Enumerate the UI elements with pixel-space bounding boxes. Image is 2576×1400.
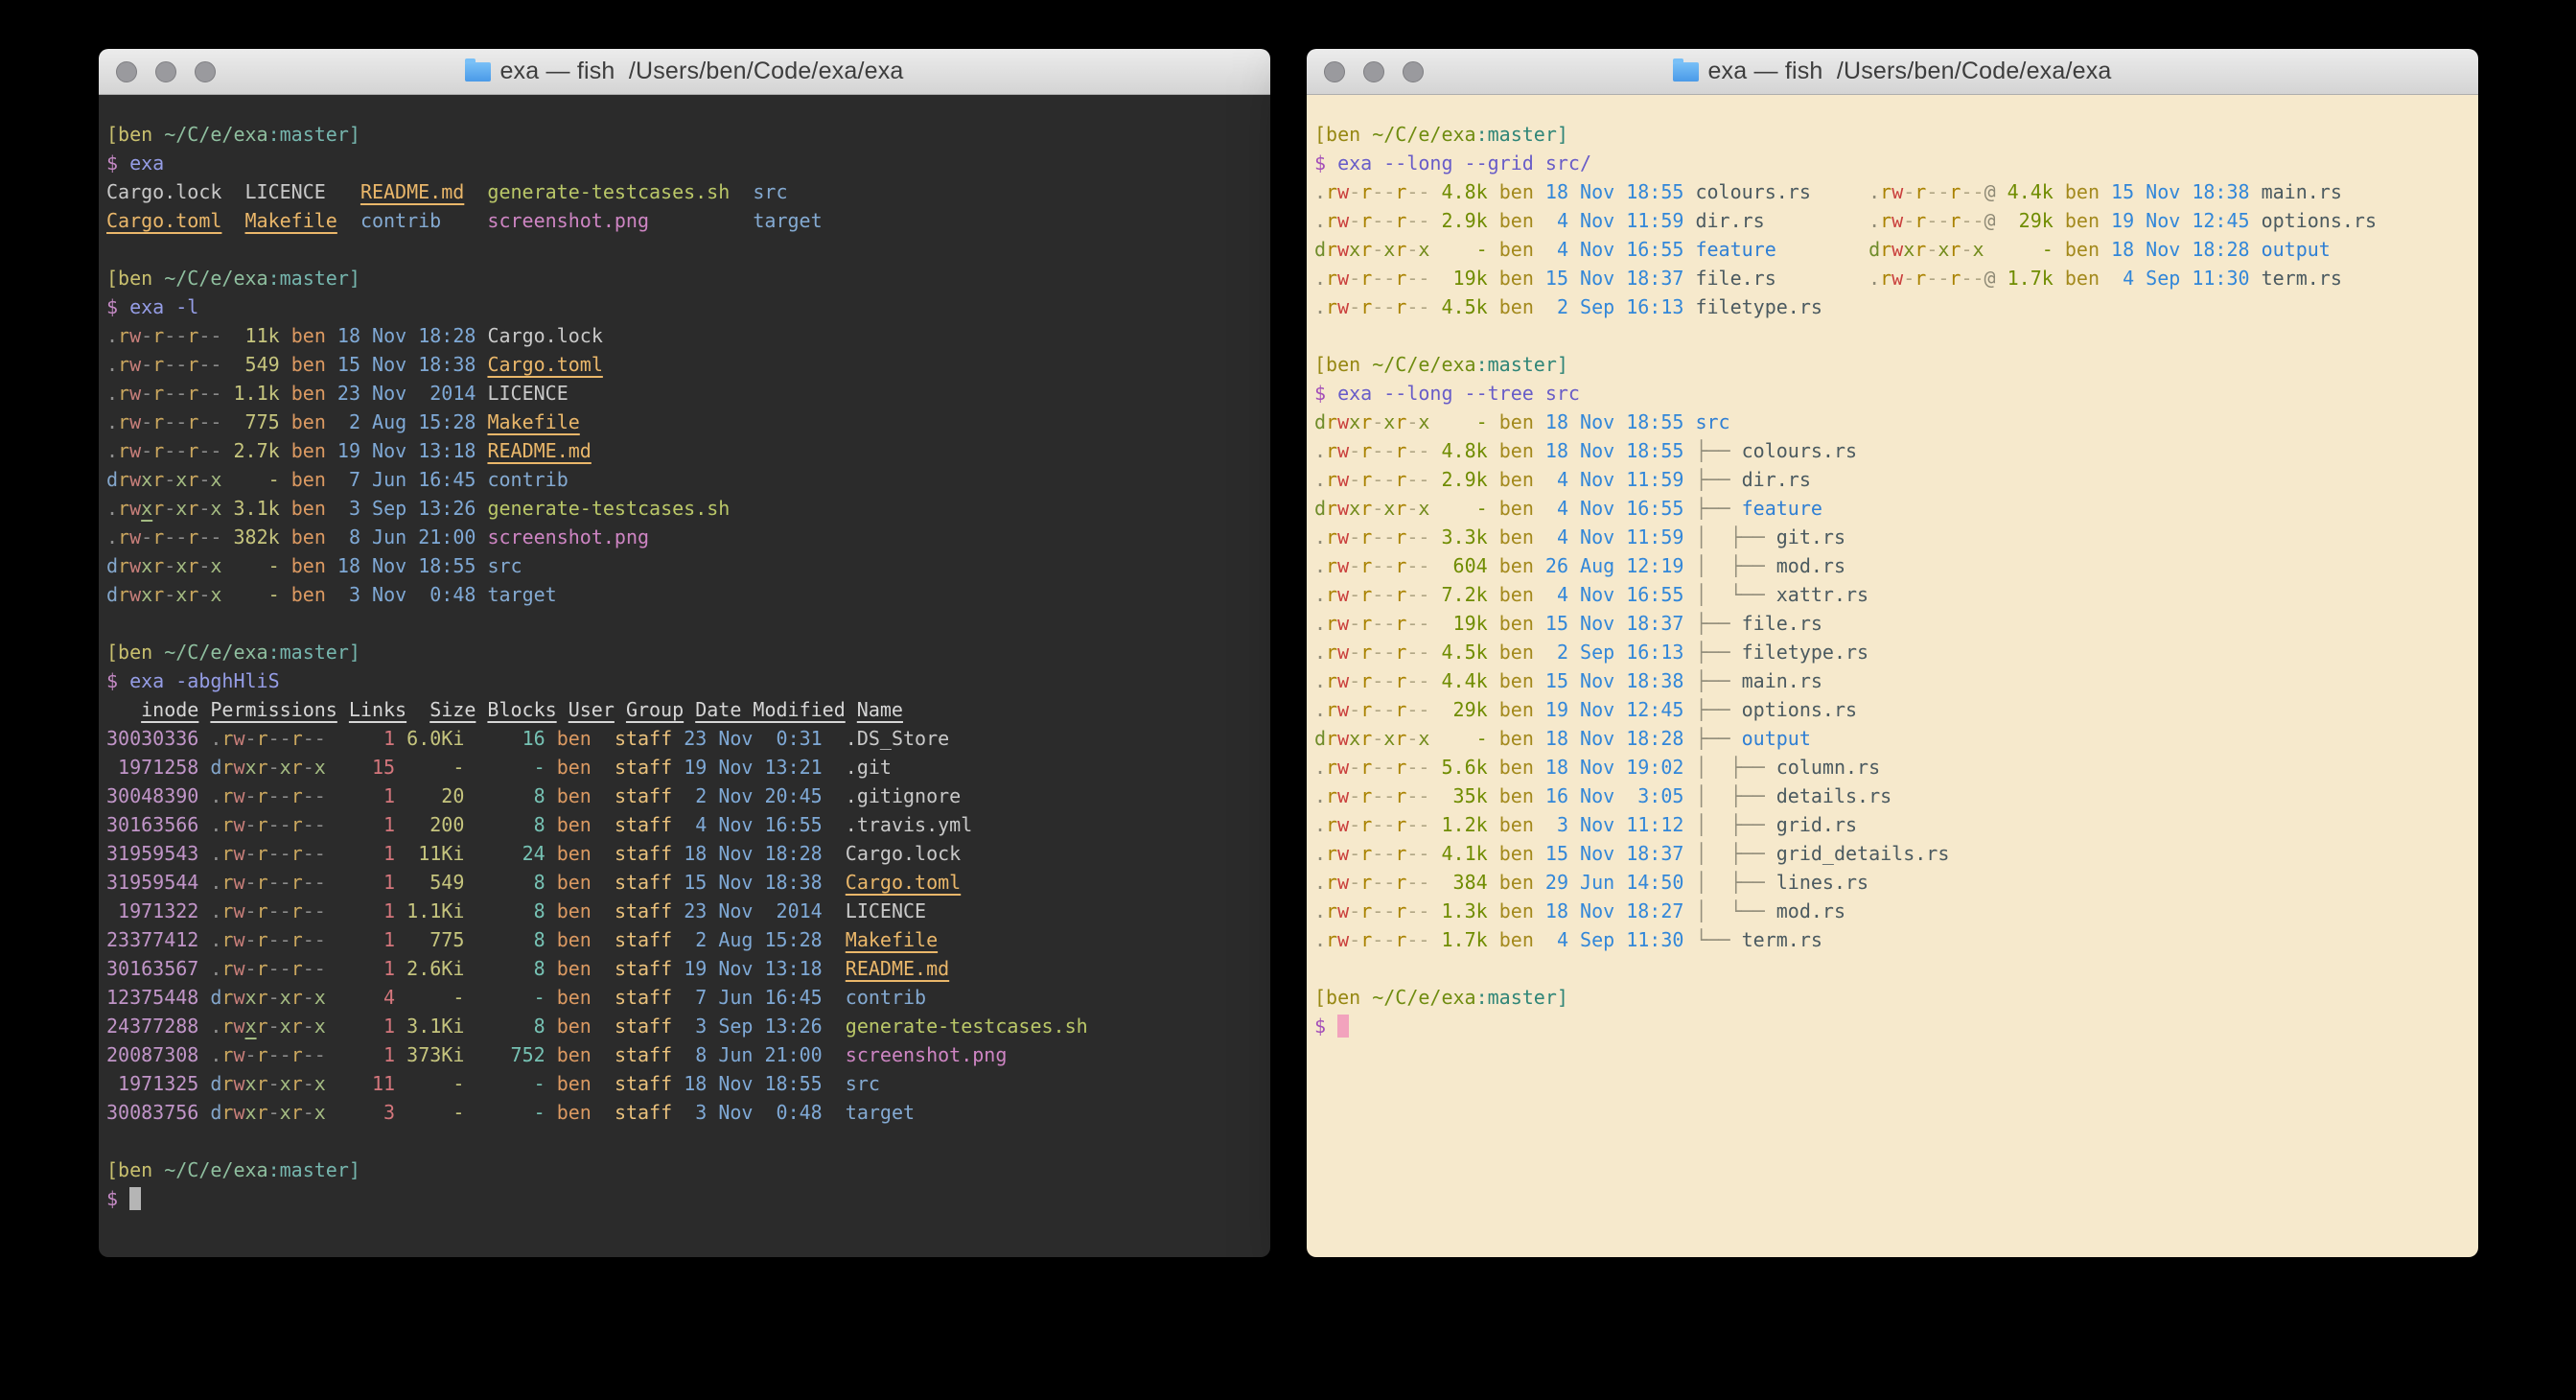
terminal-line: .rw-r--r-- 382k ben 8 Jun 21:00 screensh… [106, 523, 1263, 551]
terminal-line: $ [106, 1184, 1263, 1213]
folder-icon [465, 62, 491, 82]
terminal-line: .rw-r--r-- 1.7k ben 4 Sep 11:30 └── term… [1314, 925, 2471, 954]
terminal-line: Cargo.lock LICENCE README.md generate-te… [106, 177, 1263, 206]
cursor-block [1337, 1015, 1349, 1038]
terminal-line: 1971258 drwxr-xr-x 15 - - ben staff 19 N… [106, 753, 1263, 782]
terminal-line: .rw-r--r-- 1.1k ben 23 Nov 2014 LICENCE [106, 379, 1263, 408]
zoom-button[interactable] [195, 61, 216, 82]
window-title: exa — fish /Users/ben/Code/exa/exa [1707, 58, 2111, 85]
window-controls [116, 49, 216, 94]
terminal-line: .rw-r--r-- 4.8k ben 18 Nov 18:55 ├── col… [1314, 436, 2471, 465]
terminal-line: $ exa --long --tree src [1314, 379, 2471, 408]
terminal-line: inode Permissions Links Size Blocks User… [106, 695, 1263, 724]
terminal-window-left: exa — fish /Users/ben/Code/exa/exa [ben … [99, 49, 1270, 1257]
minimize-button[interactable] [155, 61, 176, 82]
terminal-line: 31959544 .rw-r--r-- 1 549 8 ben staff 15… [106, 868, 1263, 897]
terminal-line: .rw-r--r-- 4.4k ben 15 Nov 18:38 ├── mai… [1314, 666, 2471, 695]
terminal-line: .rw-r--r-- 19k ben 15 Nov 18:37 file.rs … [1314, 264, 2471, 292]
terminal-line: drwxr-xr-x - ben 4 Nov 16:55 ├── feature [1314, 494, 2471, 523]
terminal-line: .rw-r--r-- 35k ben 16 Nov 3:05 │ ├── det… [1314, 782, 2471, 810]
terminal-line: .rw-r--r-- 2.9k ben 4 Nov 11:59 dir.rs .… [1314, 206, 2471, 235]
terminal-line: .rw-r--r-- 19k ben 15 Nov 18:37 ├── file… [1314, 609, 2471, 638]
terminal-line: .rw-r--r-- 4.8k ben 18 Nov 18:55 colours… [1314, 177, 2471, 206]
terminal-line: $ exa --long --grid src/ [1314, 149, 2471, 177]
terminal-line: drwxr-xr-x - ben 18 Nov 18:28 ├── output [1314, 724, 2471, 753]
terminal-line: .rw-r--r-- 604 ben 26 Aug 12:19 │ ├── mo… [1314, 551, 2471, 580]
terminal-line: .rw-r--r-- 2.9k ben 4 Nov 11:59 ├── dir.… [1314, 465, 2471, 494]
terminal-line: drwxr-xr-x - ben 4 Nov 16:55 feature drw… [1314, 235, 2471, 264]
terminal-line [1314, 954, 2471, 983]
terminal-line: .rw-r--r-- 4.1k ben 15 Nov 18:37 │ ├── g… [1314, 839, 2471, 868]
terminal-line: .rw-r--r-- 1.3k ben 18 Nov 18:27 │ └── m… [1314, 897, 2471, 925]
terminal-line: drwxr-xr-x - ben 18 Nov 18:55 src [106, 551, 1263, 580]
terminal-line: 30048390 .rw-r--r-- 1 20 8 ben staff 2 N… [106, 782, 1263, 810]
terminal-line: 1971325 drwxr-xr-x 11 - - ben staff 18 N… [106, 1069, 1263, 1098]
terminal-line: .rw-r--r-- 4.5k ben 2 Sep 16:13 filetype… [1314, 292, 2471, 321]
terminal-line: .rw-r--r-- 5.6k ben 18 Nov 19:02 │ ├── c… [1314, 753, 2471, 782]
close-button[interactable] [1324, 61, 1345, 82]
terminal-line: $ exa -l [106, 292, 1263, 321]
folder-icon [1673, 62, 1699, 82]
title-area: exa — fish /Users/ben/Code/exa/exa [1673, 58, 2111, 85]
window-title: exa — fish /Users/ben/Code/exa/exa [499, 58, 903, 85]
terminal-line: 30083756 drwxr-xr-x 3 - - ben staff 3 No… [106, 1098, 1263, 1127]
terminal-line: drwxr-xr-x - ben 7 Jun 16:45 contrib [106, 465, 1263, 494]
terminal-line: .rw-r--r-- 7.2k ben 4 Nov 16:55 │ └── xa… [1314, 580, 2471, 609]
terminal-line: drwxr-xr-x - ben 3 Nov 0:48 target [106, 580, 1263, 609]
terminal-line: 24377288 .rwxr-xr-x 1 3.1Ki 8 ben staff … [106, 1012, 1263, 1040]
terminal-line: [ben ~/C/e/exa:master] [1314, 120, 2471, 149]
terminal-line: 23377412 .rw-r--r-- 1 775 8 ben staff 2 … [106, 925, 1263, 954]
terminal-line [106, 1127, 1263, 1155]
terminal-line: .rw-r--r-- 11k ben 18 Nov 18:28 Cargo.lo… [106, 321, 1263, 350]
terminal-line: 30163567 .rw-r--r-- 1 2.6Ki 8 ben staff … [106, 954, 1263, 983]
titlebar-left[interactable]: exa — fish /Users/ben/Code/exa/exa [99, 49, 1270, 95]
terminal-content-right[interactable]: [ben ~/C/e/exa:master]$ exa --long --gri… [1307, 95, 2478, 1257]
terminal-line: drwxr-xr-x - ben 18 Nov 18:55 src [1314, 408, 2471, 436]
terminal-line: $ exa -abghHliS [106, 666, 1263, 695]
terminal-line: Cargo.toml Makefile contrib screenshot.p… [106, 206, 1263, 235]
terminal-line: [ben ~/C/e/exa:master] [106, 264, 1263, 292]
terminal-line [1314, 321, 2471, 350]
terminal-line [106, 235, 1263, 264]
terminal-line: 1971322 .rw-r--r-- 1 1.1Ki 8 ben staff 2… [106, 897, 1263, 925]
close-button[interactable] [116, 61, 137, 82]
titlebar-right[interactable]: exa — fish /Users/ben/Code/exa/exa [1307, 49, 2478, 95]
terminal-line: .rwxr-xr-x 3.1k ben 3 Sep 13:26 generate… [106, 494, 1263, 523]
window-controls [1324, 49, 1424, 94]
terminal-line: .rw-r--r-- 2.7k ben 19 Nov 13:18 README.… [106, 436, 1263, 465]
terminal-line: [ben ~/C/e/exa:master] [106, 120, 1263, 149]
zoom-button[interactable] [1403, 61, 1424, 82]
terminal-line: 31959543 .rw-r--r-- 1 11Ki 24 ben staff … [106, 839, 1263, 868]
terminal-line: [ben ~/C/e/exa:master] [1314, 350, 2471, 379]
terminal-line [106, 609, 1263, 638]
terminal-line: 30030336 .rw-r--r-- 1 6.0Ki 16 ben staff… [106, 724, 1263, 753]
terminal-line: $ exa [106, 149, 1263, 177]
terminal-line: [ben ~/C/e/exa:master] [1314, 983, 2471, 1012]
terminal-line: 12375448 drwxr-xr-x 4 - - ben staff 7 Ju… [106, 983, 1263, 1012]
minimize-button[interactable] [1363, 61, 1384, 82]
terminal-line: .rw-r--r-- 384 ben 29 Jun 14:50 │ ├── li… [1314, 868, 2471, 897]
terminal-window-right: exa — fish /Users/ben/Code/exa/exa [ben … [1307, 49, 2478, 1257]
terminal-line: .rw-r--r-- 1.2k ben 3 Nov 11:12 │ ├── gr… [1314, 810, 2471, 839]
terminal-line: .rw-r--r-- 29k ben 19 Nov 12:45 ├── opti… [1314, 695, 2471, 724]
terminal-line: .rw-r--r-- 3.3k ben 4 Nov 11:59 │ ├── gi… [1314, 523, 2471, 551]
terminal-line: .rw-r--r-- 549 ben 15 Nov 18:38 Cargo.to… [106, 350, 1263, 379]
terminal-content-left[interactable]: [ben ~/C/e/exa:master]$ exaCargo.lock LI… [99, 95, 1270, 1257]
desktop: { "chrome": { "titlebar_top": "#ececec",… [0, 0, 2576, 1400]
title-area: exa — fish /Users/ben/Code/exa/exa [465, 58, 903, 85]
terminal-line: .rw-r--r-- 775 ben 2 Aug 15:28 Makefile [106, 408, 1263, 436]
terminal-line: [ben ~/C/e/exa:master] [106, 638, 1263, 666]
terminal-line: 30163566 .rw-r--r-- 1 200 8 ben staff 4 … [106, 810, 1263, 839]
cursor-block [129, 1187, 141, 1210]
terminal-line: [ben ~/C/e/exa:master] [106, 1155, 1263, 1184]
terminal-line: $ [1314, 1012, 2471, 1040]
terminal-line: 20087308 .rw-r--r-- 1 373Ki 752 ben staf… [106, 1040, 1263, 1069]
terminal-line: .rw-r--r-- 4.5k ben 2 Sep 16:13 ├── file… [1314, 638, 2471, 666]
